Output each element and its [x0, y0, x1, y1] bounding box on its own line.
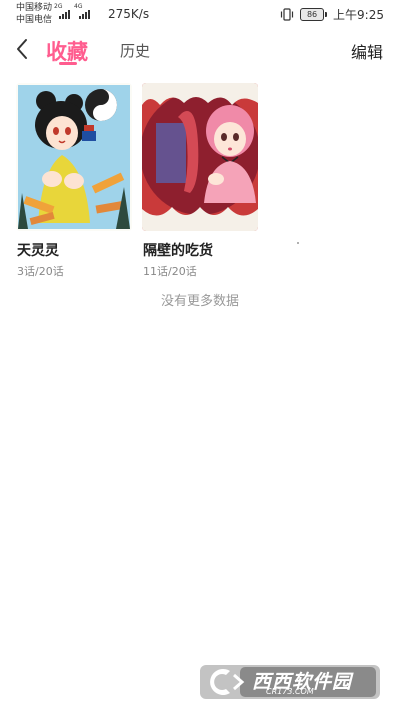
- comic-cover-image: [142, 83, 258, 231]
- edit-button[interactable]: 编辑: [351, 39, 383, 63]
- signal-icon: 2G: [54, 4, 70, 19]
- active-tab-indicator: [59, 62, 77, 65]
- battery-icon: 86: [300, 8, 328, 21]
- site-watermark-logo: 西西软件园 CR173.COM: [200, 663, 380, 701]
- signal-icon: 4G: [74, 4, 90, 19]
- tab-history[interactable]: 历史: [120, 40, 150, 61]
- comic-progress: 3话/20话: [17, 265, 64, 278]
- comic-title: 隔壁的吃货: [143, 243, 213, 259]
- comic-progress: 11话/20话: [143, 265, 197, 278]
- clock: 上午9:25: [333, 8, 384, 22]
- comic-card[interactable]: 天灵灵 3话/20话: [16, 83, 132, 278]
- no-more-data-label: 没有更多数据: [160, 294, 239, 309]
- comic-card[interactable]: 隔壁的吃货 11话/20话: [142, 83, 258, 278]
- dot-artifact: [297, 242, 299, 244]
- carrier-info: 中国移动 中国电信: [16, 2, 52, 26]
- signal-indicators: 2G 4G: [54, 4, 90, 19]
- carrier-1: 中国移动: [16, 3, 53, 13]
- comic-cover-image: [16, 83, 132, 231]
- status-right: 86 上午9:25: [280, 6, 384, 23]
- vibrate-icon: [280, 8, 294, 21]
- chevron-left-icon: [17, 39, 27, 59]
- carrier-2: 中国电信: [16, 15, 53, 25]
- header-bar: 收藏 历史 编辑: [0, 28, 400, 72]
- comic-title: 天灵灵: [17, 243, 59, 259]
- network-speed: 275K/s: [108, 7, 150, 21]
- favorites-screen: 中国移动 中国电信 2G 4G 275K/s 86 上午9:25 收藏 历史 编…: [0, 0, 400, 711]
- back-button[interactable]: [10, 34, 36, 64]
- battery-level: 86: [300, 8, 325, 21]
- watermark-url: CR173.COM: [266, 687, 314, 696]
- status-bar: 中国移动 中国电信 2G 4G 275K/s 86 上午9:25: [0, 0, 400, 28]
